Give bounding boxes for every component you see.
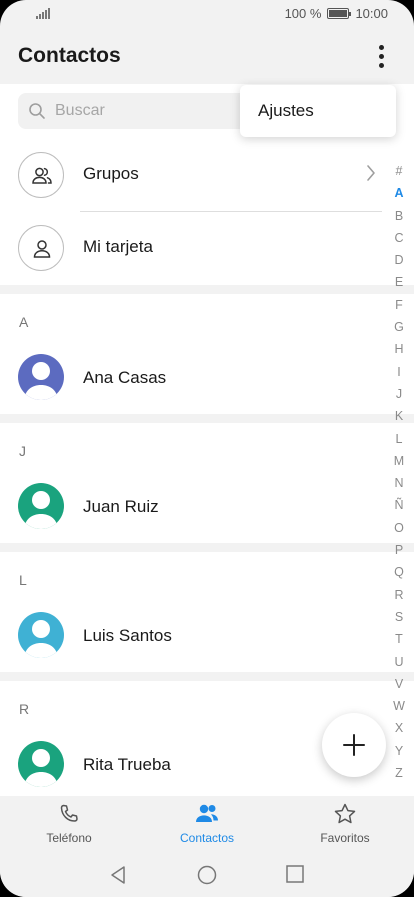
index-letter[interactable]: W: [386, 695, 412, 717]
tab-phone[interactable]: Teléfono: [19, 802, 119, 852]
tab-favorites[interactable]: Favoritos: [295, 802, 395, 852]
system-nav: [0, 856, 414, 897]
index-letter[interactable]: M: [386, 450, 412, 472]
contact-name: Luis Santos: [83, 626, 172, 645]
index-letter[interactable]: K: [386, 405, 412, 427]
page-title: Contactos: [18, 44, 121, 67]
contact-name: Ana Casas: [83, 368, 167, 387]
my-card-row[interactable]: Mi tarjeta: [0, 213, 380, 283]
avatar: [18, 741, 64, 787]
status-bar: 100 % 10:00: [0, 0, 414, 28]
index-letter[interactable]: I: [386, 361, 412, 383]
battery-icon: [327, 8, 352, 19]
index-letter[interactable]: #: [386, 160, 412, 182]
index-letter[interactable]: O: [386, 517, 412, 539]
section-letter: L: [19, 572, 27, 588]
bottom-nav: Teléfono Contactos Favoritos: [0, 796, 414, 856]
index-letter[interactable]: Ñ: [386, 494, 412, 516]
index-letter[interactable]: J: [386, 383, 412, 405]
index-letter[interactable]: L: [386, 428, 412, 450]
contacts-icon: [196, 804, 218, 822]
avatar: [18, 483, 64, 529]
index-letter[interactable]: H: [386, 338, 412, 360]
my-card-label: Mi tarjeta: [83, 237, 153, 256]
clock: 10:00: [355, 6, 388, 21]
avatar: [18, 612, 64, 658]
app-bar: Contactos: [0, 28, 414, 84]
tab-contacts[interactable]: Contactos: [157, 802, 257, 852]
back-icon[interactable]: [109, 865, 127, 885]
index-letter[interactable]: D: [386, 249, 412, 271]
signal-icon: [36, 8, 50, 19]
index-letter[interactable]: P: [386, 539, 412, 561]
divider: [80, 211, 382, 212]
home-icon[interactable]: [197, 865, 217, 885]
battery-percent: 100 %: [284, 6, 322, 21]
list-item[interactable]: Luis Santos: [0, 602, 380, 672]
screen: 100 % 10:00 Contactos Buscar Grupos Mi t…: [0, 0, 414, 897]
section-letter: J: [19, 443, 26, 459]
plus-icon: [343, 734, 365, 756]
index-letter[interactable]: V: [386, 673, 412, 695]
search-placeholder: Buscar: [55, 102, 105, 119]
recents-icon[interactable]: [286, 865, 304, 883]
overflow-menu: Ajustes: [240, 85, 396, 137]
index-letter[interactable]: B: [386, 205, 412, 227]
contact-list[interactable]: Buscar Grupos Mi tarjeta A Ana Casas J J…: [0, 84, 414, 796]
group-icon: [18, 152, 64, 198]
tab-contacts-label: Contactos: [179, 831, 235, 845]
tab-phone-label: Teléfono: [46, 831, 92, 845]
chevron-right-icon: [367, 165, 375, 181]
section-l: L Luis Santos: [0, 552, 414, 672]
tab-favorites-label: Favoritos: [320, 831, 370, 845]
list-item[interactable]: Ana Casas: [0, 344, 380, 414]
index-letter[interactable]: X: [386, 717, 412, 739]
section-a: A Ana Casas: [0, 294, 414, 414]
groups-label: Grupos: [83, 164, 139, 183]
section-letter: A: [19, 314, 29, 330]
more-vert-icon[interactable]: [370, 42, 394, 70]
index-letter[interactable]: U: [386, 651, 412, 673]
star-icon: [334, 803, 356, 824]
index-letter[interactable]: F: [386, 294, 412, 316]
index-letter[interactable]: N: [386, 472, 412, 494]
index-letter[interactable]: Y: [386, 740, 412, 762]
index-letter[interactable]: R: [386, 584, 412, 606]
person-icon: [18, 225, 64, 271]
avatar: [18, 354, 64, 400]
alphabet-index[interactable]: # A B C D E F G H I J K L M N Ñ O P Q R S T U V W X Y Z: [386, 160, 412, 784]
phone-icon: [60, 804, 78, 822]
index-letter[interactable]: C: [386, 227, 412, 249]
index-letter[interactable]: A: [386, 182, 412, 204]
menu-item-settings[interactable]: Ajustes: [258, 101, 314, 121]
index-letter[interactable]: G: [386, 316, 412, 338]
section-letter: R: [19, 701, 30, 717]
index-letter[interactable]: Z: [386, 762, 412, 784]
groups-row[interactable]: Grupos: [0, 140, 380, 210]
contact-name: Rita Trueba: [83, 755, 171, 774]
index-letter[interactable]: T: [386, 628, 412, 650]
section-j: J Juan Ruiz: [0, 423, 414, 543]
index-letter[interactable]: Q: [386, 561, 412, 583]
index-letter[interactable]: S: [386, 606, 412, 628]
add-contact-button[interactable]: [322, 713, 386, 777]
search-icon: [29, 103, 45, 119]
index-letter[interactable]: E: [386, 271, 412, 293]
contact-name: Juan Ruiz: [83, 497, 159, 516]
list-item[interactable]: Juan Ruiz: [0, 473, 380, 543]
